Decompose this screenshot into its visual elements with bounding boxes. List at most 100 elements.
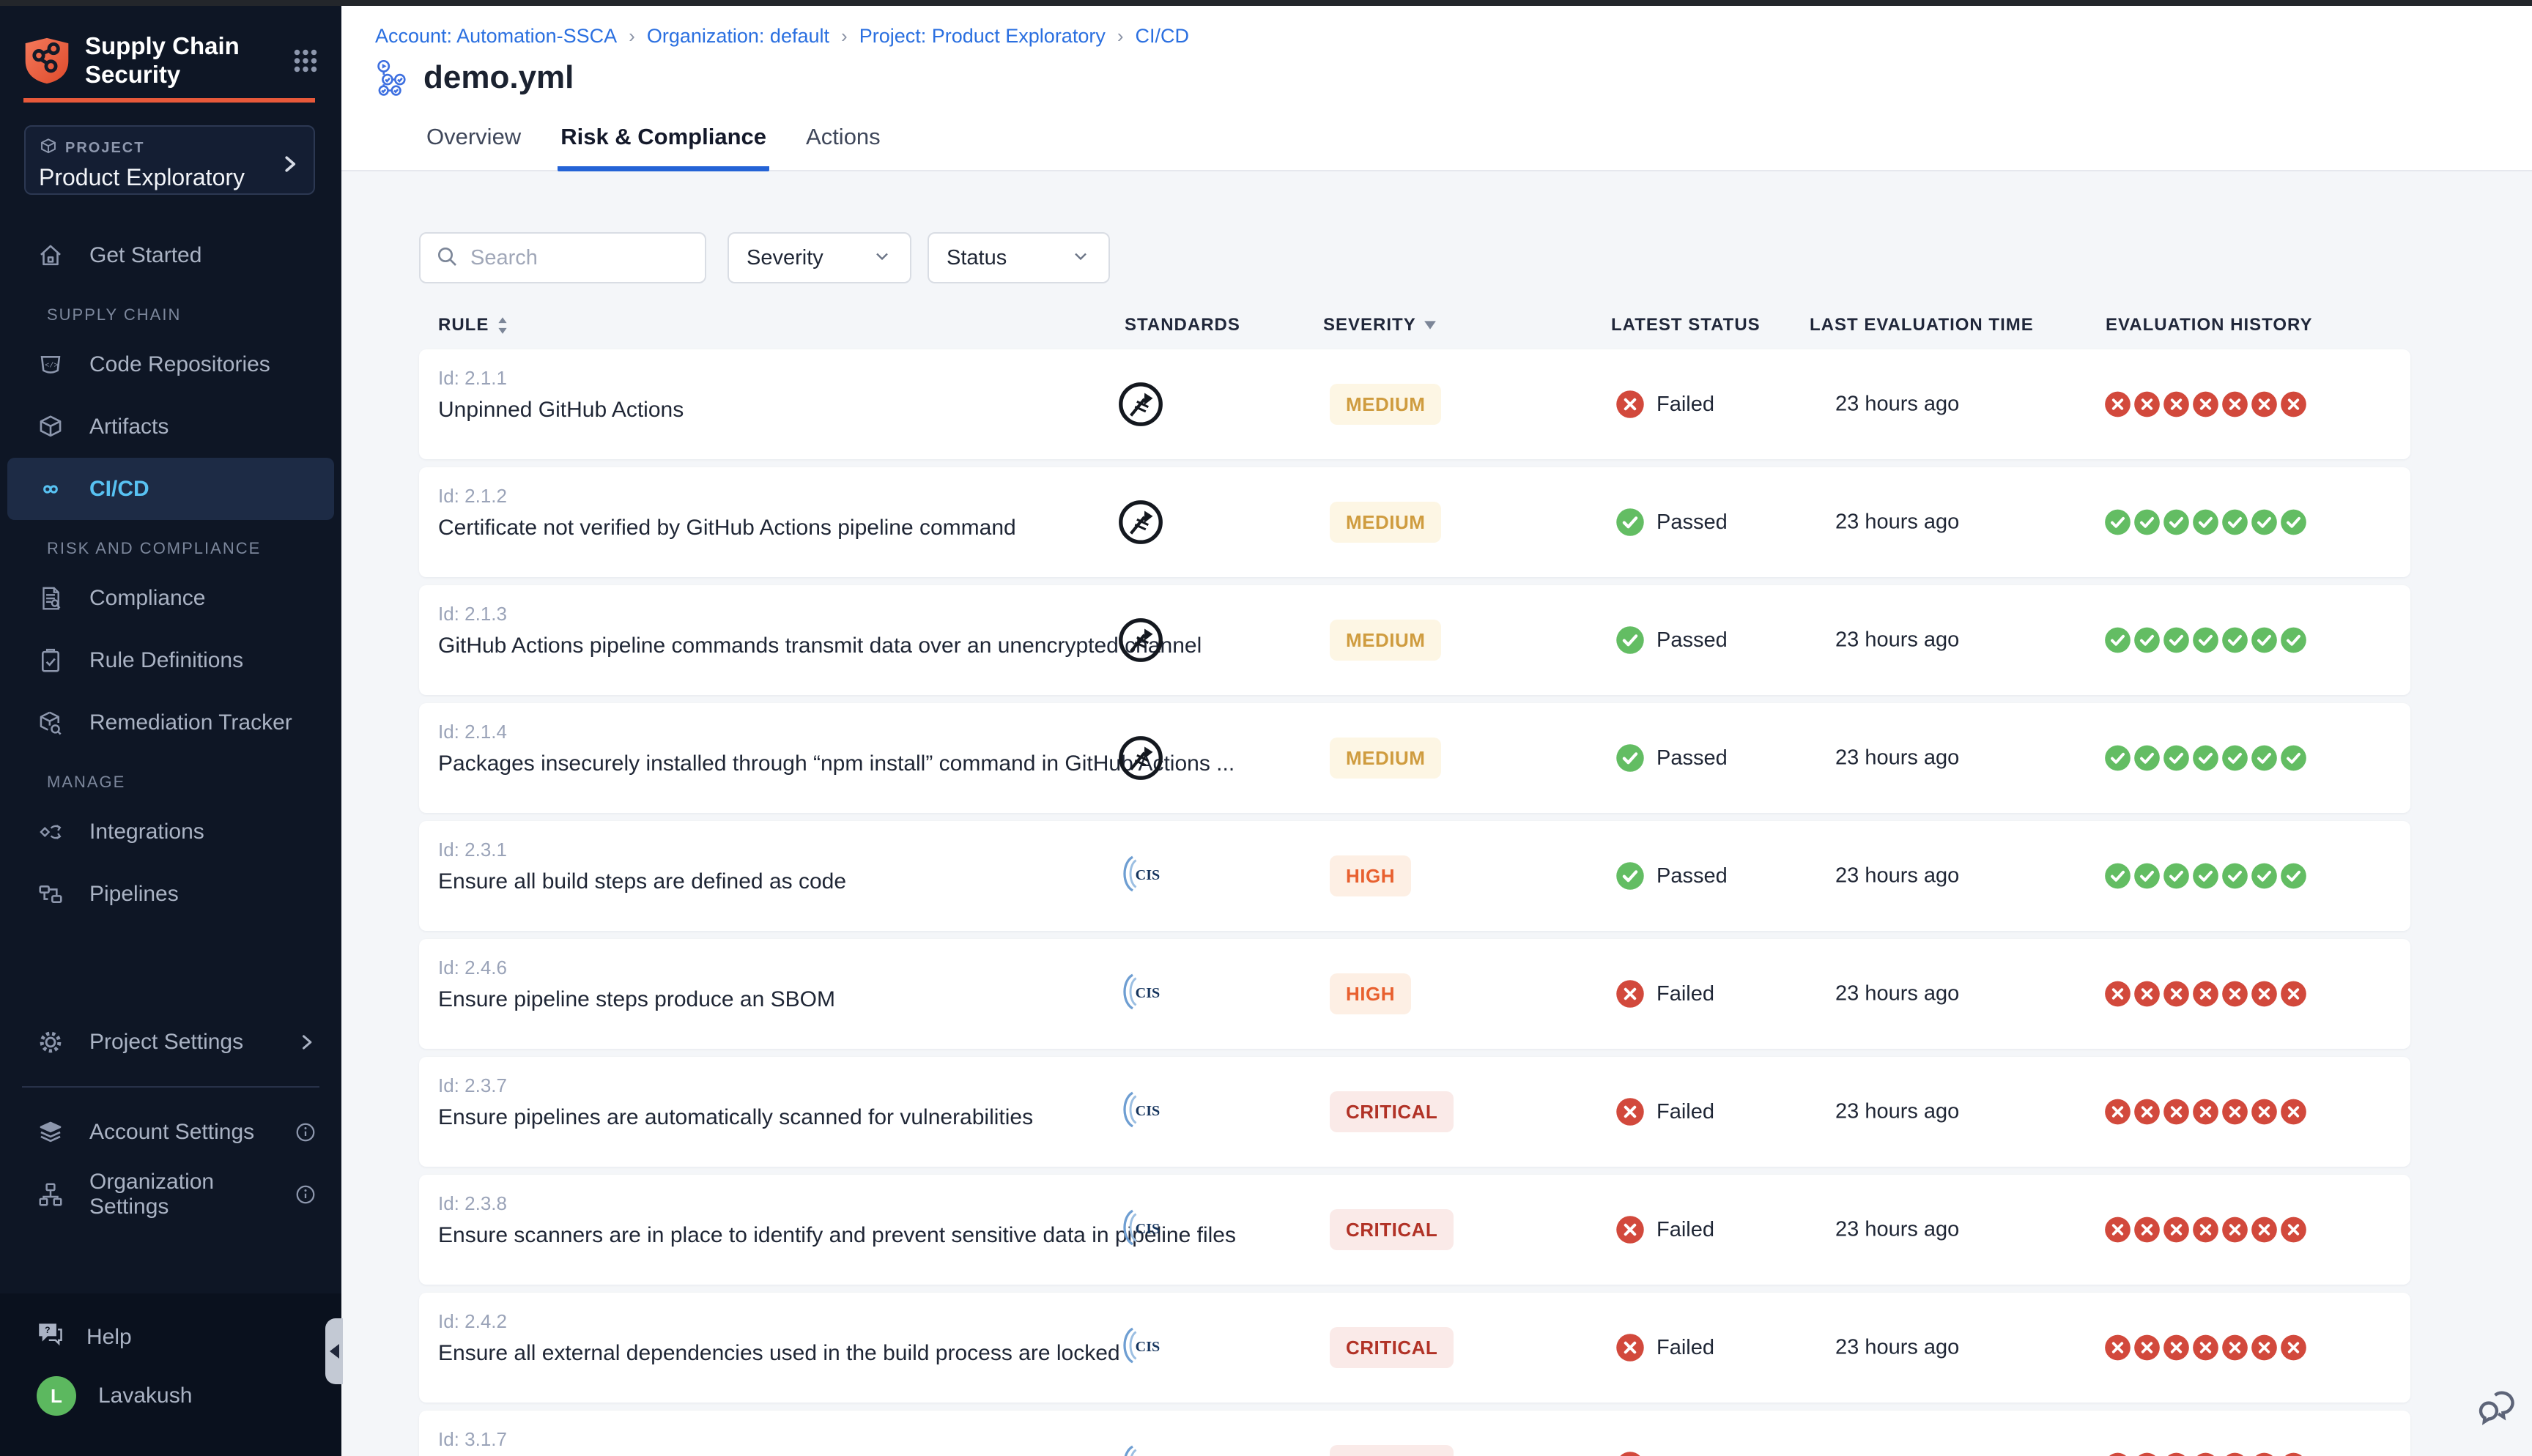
sidebar-collapse-handle[interactable] [325,1318,343,1384]
tab-actions[interactable]: Actions [803,114,884,171]
table-header: RULESTANDARDSSEVERITYLATEST STATUSLAST E… [419,315,2415,344]
last-evaluation-time: 23 hours ago [1835,510,1959,535]
sidebar-item-integrations[interactable]: Integrations [0,801,341,863]
table-row[interactable]: Id: 2.3.8Ensure scanners are in place to… [419,1175,2410,1285]
breadcrumb-link[interactable]: Project: Product Exploratory [859,25,1106,48]
history-failed-icon [2163,1334,2190,1362]
rule-id: Id: 3.1.7 [438,1428,507,1451]
history-passed-icon [2221,627,2248,654]
org-icon [37,1181,64,1208]
latest-status: Passed [1615,743,1728,773]
evaluation-history [2104,745,2307,772]
column-label: LATEST STATUS [1611,315,1761,335]
failed-x-icon [1615,1097,1645,1126]
history-failed-icon [2251,1217,2278,1244]
history-failed-icon [2221,1099,2248,1126]
history-failed-icon [2192,1217,2219,1244]
table-row[interactable]: Id: 3.1.7CISCRITICALFailed23 hours ago [419,1411,2410,1456]
history-passed-icon [2104,863,2131,890]
column-label: STANDARDS [1125,315,1240,335]
sidebar-item-pipelines[interactable]: Pipelines [0,863,341,925]
table-row[interactable]: Id: 2.1.4Packages insecurely installed t… [419,703,2410,813]
sidebar-item-label: Account Settings [89,1120,254,1145]
sidebar-item-artifacts[interactable]: Artifacts [0,395,341,458]
history-failed-icon [2221,1334,2248,1362]
table-row[interactable]: Id: 2.3.1Ensure all build steps are defi… [419,821,2410,931]
page-header: Account: Automation-SSCA›Organization: d… [341,6,2532,171]
history-passed-icon [2221,863,2248,890]
latest-status: Failed [1615,1097,1714,1126]
table-row[interactable]: Id: 2.1.3GitHub Actions pipeline command… [419,585,2410,695]
history-failed-icon [2251,981,2278,1008]
sidebar-item-project-settings[interactable]: Project Settings [0,1011,341,1073]
sidebar-item-remediation-tracker[interactable]: Remediation Tracker [0,691,341,754]
history-passed-icon [2251,745,2278,772]
user-menu[interactable]: L Lavakush [0,1367,341,1425]
history-failed-icon [2280,1099,2307,1126]
sidebar-item-label: Organization Settings [89,1170,270,1219]
doc-search-icon [37,584,64,612]
history-passed-icon [2251,627,2278,654]
table-row[interactable]: Id: 2.4.6Ensure pipeline steps produce a… [419,939,2410,1049]
cis-logo-icon: CIS [1117,970,1165,1018]
window-top-strip [0,0,2532,6]
history-passed-icon [2104,745,2131,772]
column-label: RULE [438,315,489,335]
sidebar-item-label: Project Settings [89,1030,243,1055]
help-button[interactable]: ? Help [0,1308,341,1367]
failed-x-icon [1615,979,1645,1009]
rule-id: Id: 2.1.3 [438,603,507,625]
history-passed-icon [2192,627,2219,654]
table-row[interactable]: Id: 2.1.2Certificate not verified by Git… [419,467,2410,577]
sidebar-item-get-started[interactable]: Get Started [0,224,341,286]
rule-title: Packages insecurely installed through “n… [438,751,1234,776]
tab-overview[interactable]: Overview [423,114,524,171]
breadcrumb-link[interactable]: Organization: default [647,25,829,48]
sidebar-item-label: CI/CD [89,477,149,502]
module-grid-icon[interactable] [289,44,322,78]
sidebar-item-label: Pipelines [89,882,179,907]
tab-risk-compliance[interactable]: Risk & Compliance [558,114,769,171]
table-row[interactable]: Id: 2.1.1Unpinned GitHub ActionsMEDIUMFa… [419,349,2410,459]
history-failed-icon [2133,1099,2161,1126]
project-label: PROJECT [65,140,144,157]
history-passed-icon [2192,509,2219,536]
latest-status: Failed [1615,390,1714,419]
sidebar-item-cicd[interactable]: CI/CD [7,458,334,520]
sidebar-item-code-repositories[interactable]: </>Code Repositories [0,333,341,395]
history-passed-icon [2280,509,2307,536]
sidebar-section-label: MANAGE [0,754,341,801]
sidebar-settings: Project Settings Account Settings Organiza… [0,1011,341,1225]
failed-x-icon [1615,1451,1645,1456]
cis-logo-icon: CIS [1117,1088,1165,1136]
support-chat-icon[interactable] [2476,1387,2522,1433]
sidebar-item-compliance[interactable]: Compliance [0,567,341,629]
latest-status: Passed [1615,508,1728,537]
column-header-rule[interactable]: RULE [438,315,509,335]
table-row[interactable]: Id: 2.3.7Ensure pipelines are automatica… [419,1057,2410,1167]
app-title: Supply ChainSecurity [85,32,289,89]
sidebar-item-organization-settings[interactable]: Organization Settings [0,1163,341,1225]
breadcrumb-link[interactable]: Account: Automation-SSCA [375,25,617,48]
last-evaluation-time: 23 hours ago [1835,393,1959,417]
evaluation-history [2104,1099,2307,1126]
breadcrumb-link[interactable]: CI/CD [1136,25,1190,48]
project-selector[interactable]: PROJECT Product Exploratory [24,125,315,195]
history-failed-icon [2280,981,2307,1008]
sidebar-item-rule-definitions[interactable]: Rule Definitions [0,629,341,691]
severity-badge: MEDIUM [1330,738,1441,779]
table-row[interactable]: Id: 2.4.2Ensure all external dependencie… [419,1293,2410,1403]
box-tool-icon [37,709,64,737]
history-failed-icon [2163,1099,2190,1126]
history-passed-icon [2104,509,2131,536]
history-failed-icon [2280,1452,2307,1456]
history-passed-icon [2251,509,2278,536]
sidebar-item-account-settings[interactable]: Account Settings [0,1101,341,1163]
column-header-severity[interactable]: SEVERITY [1323,315,1437,335]
last-evaluation-time: 23 hours ago [1835,982,1959,1006]
history-failed-icon [2133,1217,2161,1244]
cube-icon [37,413,64,441]
svg-text:CIS: CIS [1136,1221,1160,1237]
history-passed-icon [2280,627,2307,654]
repo-icon: </> [37,351,64,379]
